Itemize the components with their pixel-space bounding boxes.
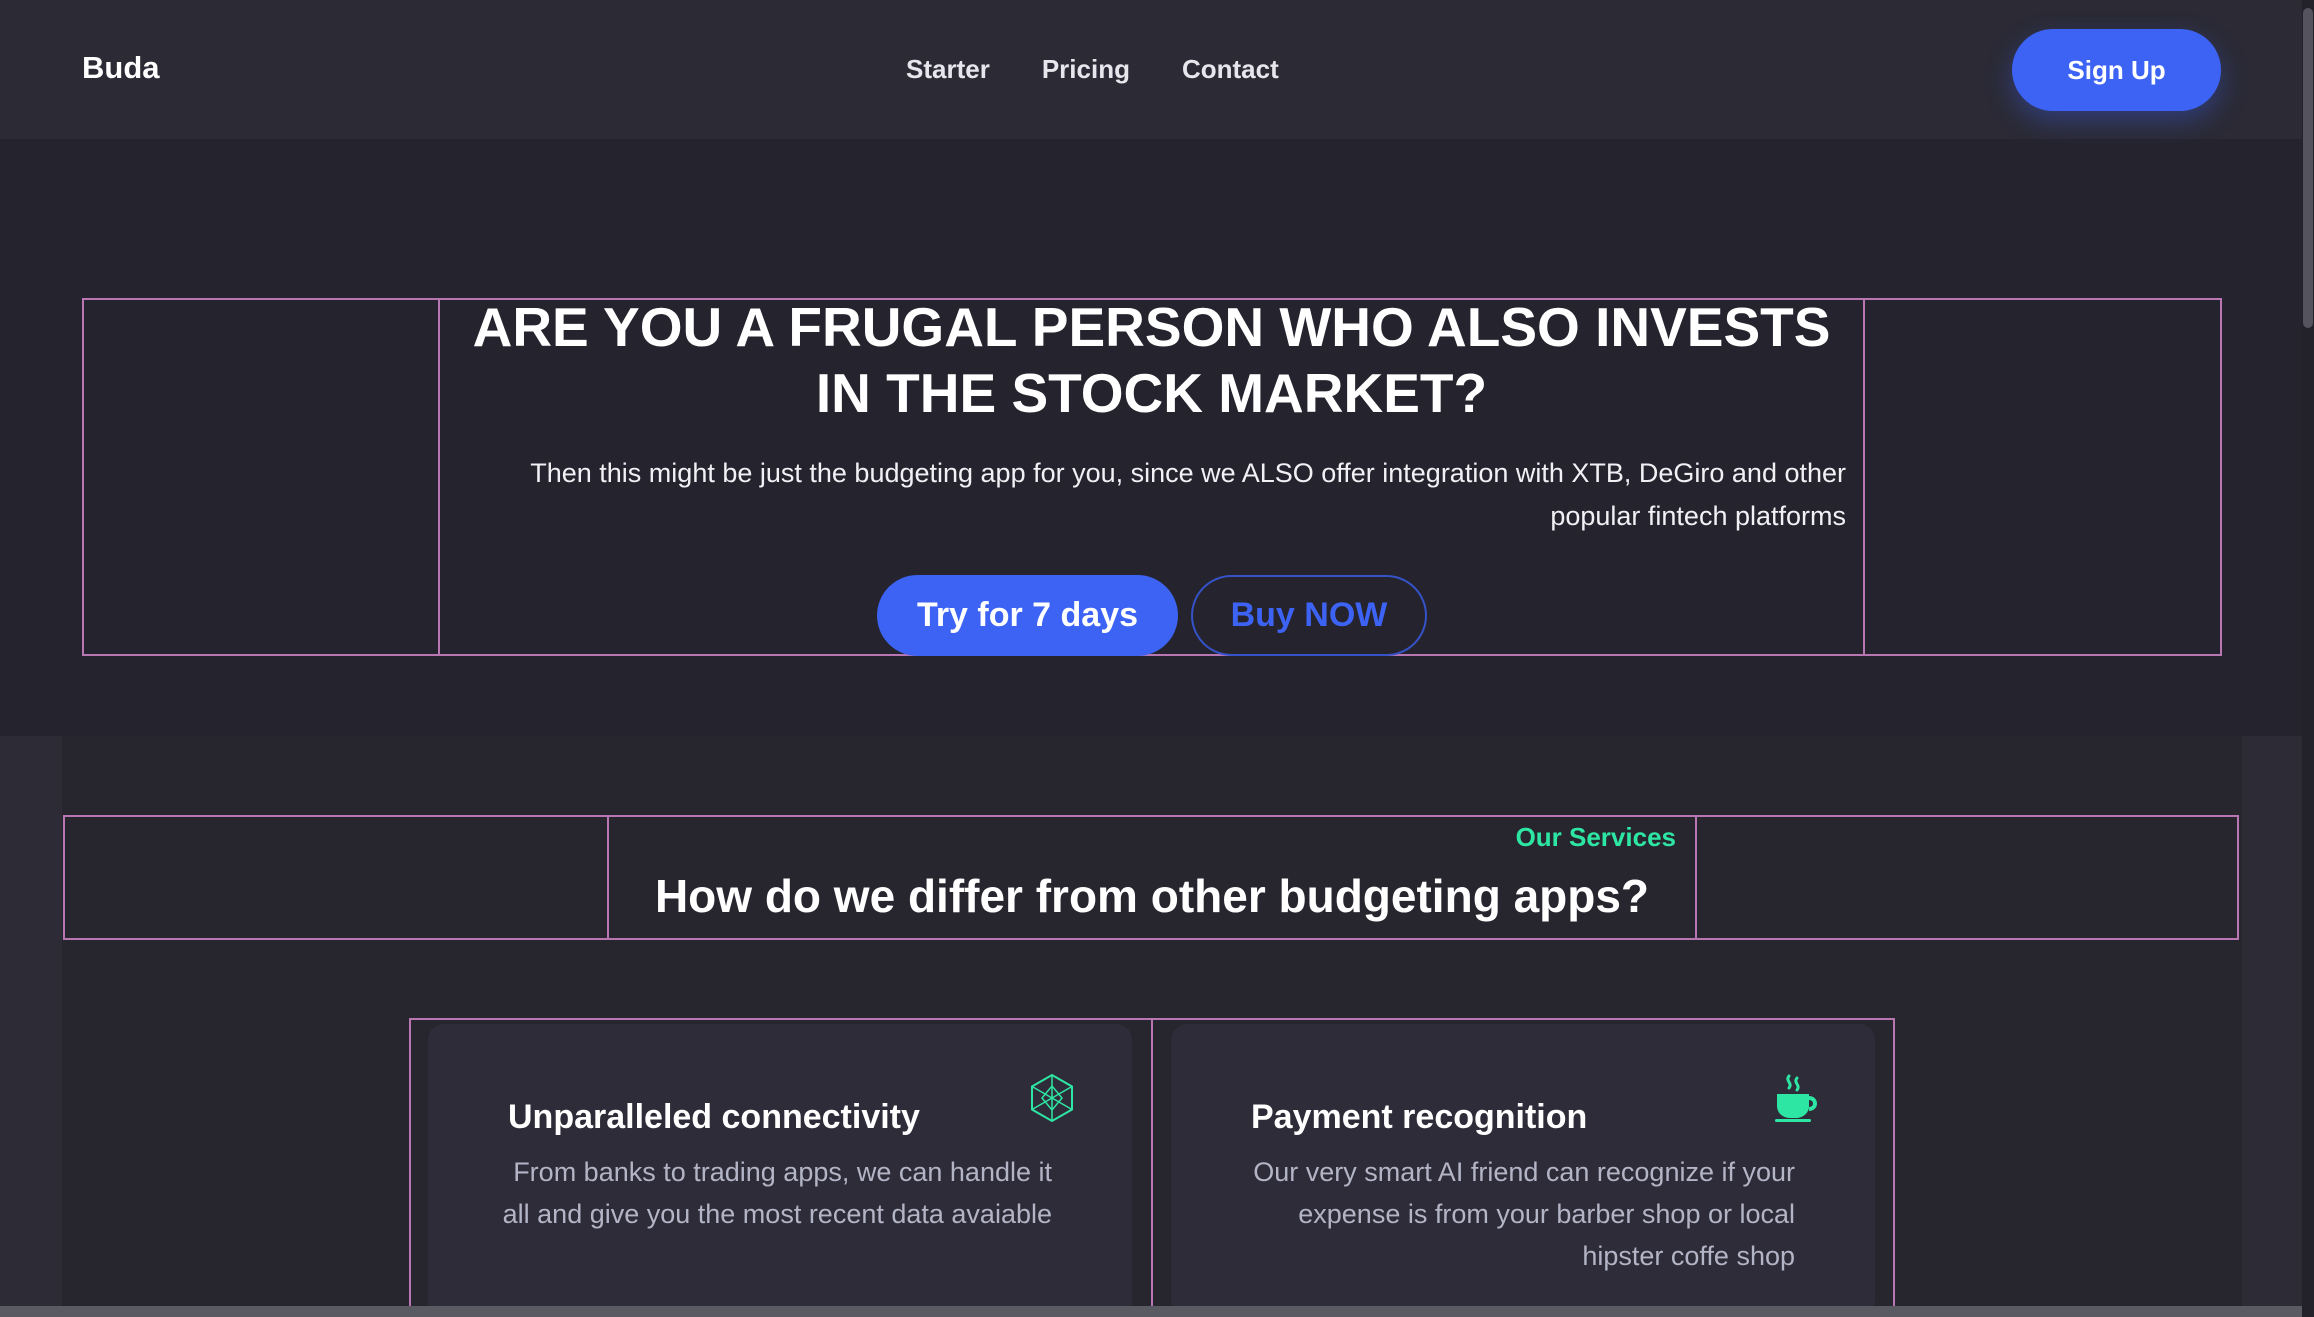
hero-title: ARE YOU A FRUGAL PERSON WHO ALSO INVESTS… xyxy=(472,296,1831,424)
section-side-strip-left xyxy=(0,736,62,1317)
card-description: From banks to trading apps, we can handl… xyxy=(502,1157,1052,1229)
page: Buda Starter Pricing Contact Sign Up ARE… xyxy=(0,0,2314,1317)
services-title: How do we differ from other budgeting ap… xyxy=(654,870,1650,922)
nav-link-contact[interactable]: Contact xyxy=(1182,54,1279,85)
service-card-payment: Payment recognition Our very smart AI fr… xyxy=(1171,1024,1875,1317)
card-title: Payment recognition xyxy=(1251,1098,1588,1136)
card-title: Unparalleled connectivity xyxy=(508,1098,920,1136)
brand-logo[interactable]: Buda xyxy=(82,50,160,86)
cards-divider xyxy=(1151,1018,1153,1317)
scrollbar-thumb[interactable] xyxy=(2303,8,2313,328)
hero-description: Then this might be just the budgeting ap… xyxy=(530,458,1846,531)
services-label: Our Services xyxy=(1515,822,1676,852)
nav-link-starter[interactable]: Starter xyxy=(906,54,990,85)
service-card-connectivity: Unparalleled connectivity From banks to … xyxy=(428,1024,1132,1317)
buy-now-button[interactable]: Buy NOW xyxy=(1191,575,1427,656)
navbar: Buda Starter Pricing Contact Sign Up xyxy=(0,0,2302,139)
section-side-strip-right xyxy=(2242,736,2302,1317)
coffee-cup-icon xyxy=(1775,1074,1817,1122)
try-free-button[interactable]: Try for 7 days xyxy=(877,575,1178,656)
horizontal-scrollbar[interactable] xyxy=(0,1306,2302,1317)
network-hexagon-icon xyxy=(1031,1073,1073,1123)
nav-links: Starter Pricing Contact xyxy=(906,54,1279,85)
nav-link-pricing[interactable]: Pricing xyxy=(1042,54,1130,85)
sign-up-button[interactable]: Sign Up xyxy=(2012,29,2221,111)
card-description: Our very smart AI friend can recognize i… xyxy=(1253,1157,1795,1271)
